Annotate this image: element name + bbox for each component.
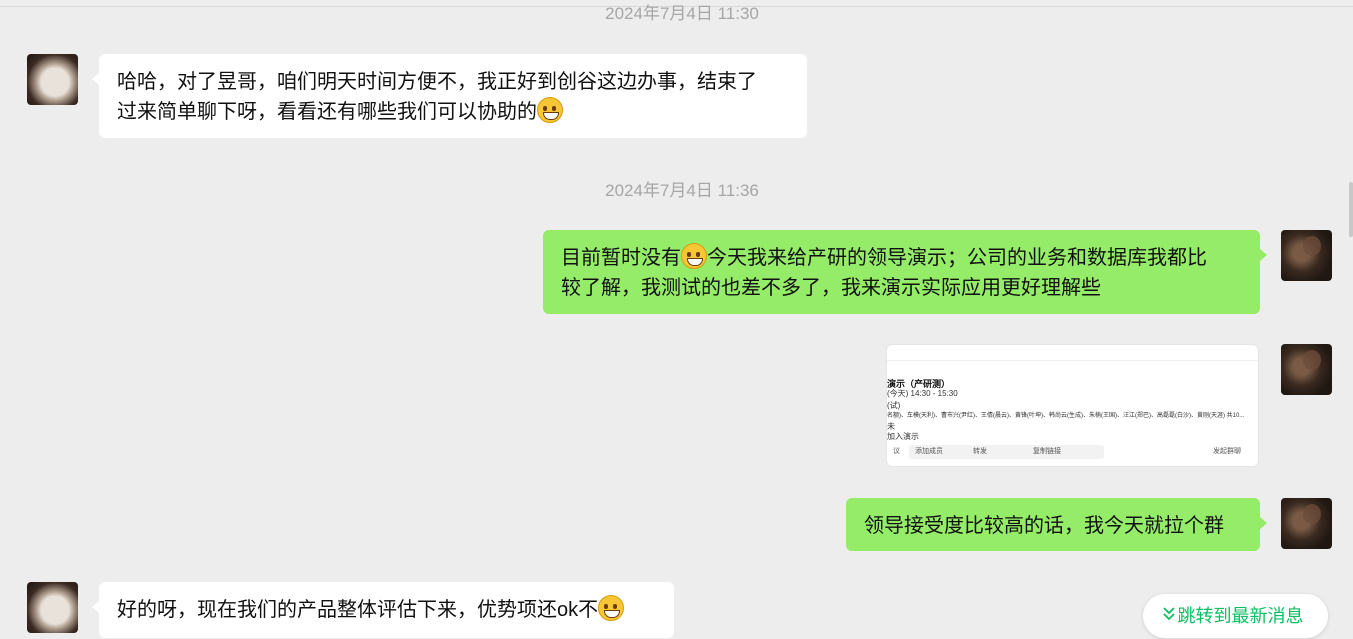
image-text: 复制链接 (1027, 445, 1104, 459)
avatar[interactable] (27, 582, 78, 633)
timestamp: 2024年7月4日 11:36 (605, 181, 759, 200)
jump-to-latest-button[interactable]: 跳转到最新消息 (1143, 594, 1328, 638)
tears-of-joy-emoji-icon (681, 243, 707, 269)
timestamp: 2024年7月4日 11:30 (605, 4, 759, 23)
avatar[interactable] (27, 54, 78, 105)
message-text-line: 好的呀，现在我们的产品整体评估下来，优势项还ok不 (117, 595, 656, 625)
message-text: 目前暂时没有 (561, 247, 681, 269)
image-text: 发起群聊 (1213, 448, 1241, 455)
message-text: 领导接受度比较高的话，我今天就拉个群 (864, 515, 1224, 537)
message-text-line: 目前暂时没有 今天我来给产研的领导演示；公司的业务和数据库我都比 (561, 243, 1242, 273)
message-text: 今天我来给产研的领导演示；公司的业务和数据库我都比 (707, 247, 1207, 269)
message-text: 较了解，我测试的也差不多了，我来演示实际应用更好理解些 (561, 277, 1101, 299)
image-text: (今天) 14:30 - 15:30 (887, 389, 958, 398)
image-divider (887, 360, 1258, 361)
avatar[interactable] (1281, 344, 1332, 395)
grin-emoji-icon (537, 97, 563, 123)
avatar[interactable] (1281, 230, 1332, 281)
message-text: 过来简单聊下呀，看看还有哪些我们可以协助的 (117, 101, 537, 123)
image-text: 加入演示 (887, 432, 919, 441)
message-bubble[interactable]: 领导接受度比较高的话，我今天就拉个群 (846, 498, 1267, 551)
double-chevron-down-icon (1163, 607, 1175, 621)
image-message[interactable]: 演示（产研测） (今天) 14:30 - 15:30 (试) 名额)、车模(天利… (886, 344, 1259, 467)
chat-window: 2024年7月4日 11:30 哈哈，对了昱哥，咱们明天时间方便不，我正好到创谷… (0, 0, 1353, 639)
jump-to-latest-label: 跳转到最新消息 (1177, 606, 1304, 626)
avatar[interactable] (1281, 498, 1332, 549)
image-text: 名额)、车模(天利)、曹市兴(尹红)、王倩(晨云)、黄锋(叶坤)、韩尚云(生成)… (887, 413, 1245, 419)
message-bubble[interactable]: 好的呀，现在我们的产品整体评估下来，优势项还ok不 (92, 582, 674, 638)
scrollbar[interactable] (1349, 182, 1353, 237)
message-text-line: 过来简单聊下呀，看看还有哪些我们可以协助的 (117, 97, 789, 127)
message-text: 哈哈，对了昱哥，咱们明天时间方便不，我正好到创谷这边办事，结束了 (117, 71, 757, 93)
message-bubble[interactable]: 目前暂时没有 今天我来给产研的领导演示；公司的业务和数据库我都比 较了解，我测试的… (543, 230, 1267, 314)
image-text: 议 (893, 448, 900, 455)
message-bubble[interactable]: 哈哈，对了昱哥，咱们明天时间方便不，我正好到创谷这边办事，结束了 过来简单聊下呀… (92, 54, 807, 138)
message-text: 好的呀，现在我们的产品整体评估下来，优势项还ok不 (117, 599, 599, 621)
flushed-emoji-icon (598, 595, 625, 621)
